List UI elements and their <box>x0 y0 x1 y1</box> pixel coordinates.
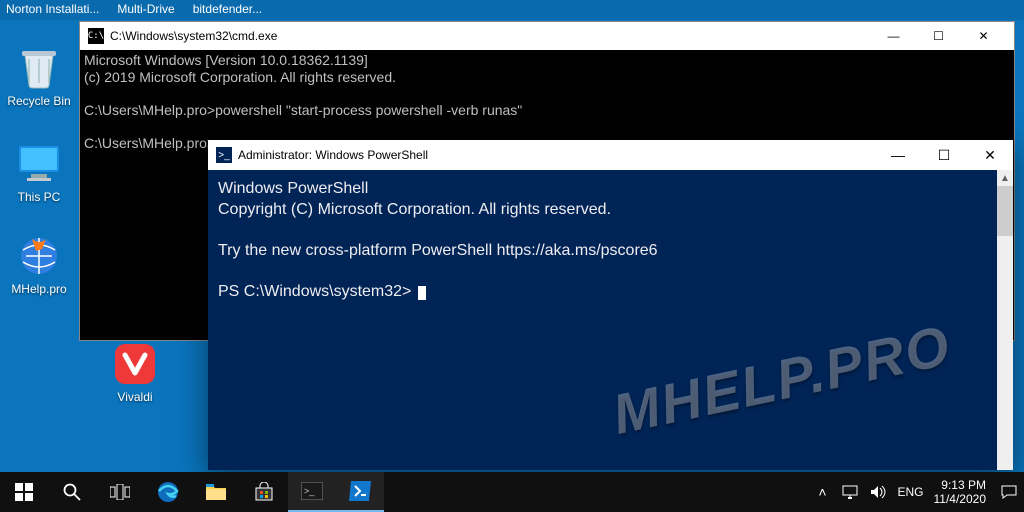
task-view-button[interactable] <box>96 472 144 512</box>
bookmark-bitdefender[interactable]: bitdefender... <box>193 2 262 18</box>
scrollbar[interactable]: ▲ <box>997 170 1013 470</box>
volume-icon[interactable] <box>869 485 887 499</box>
desktop-icon-this-pc[interactable]: This PC <box>4 140 74 204</box>
desktop-icon-label: Vivaldi <box>100 390 170 404</box>
folder-icon <box>205 483 227 501</box>
desktop-icon-recycle-bin[interactable]: Recycle Bin <box>4 44 74 108</box>
taskbar-powershell[interactable] <box>336 472 384 512</box>
powershell-icon <box>348 481 372 501</box>
taskbar-explorer[interactable] <box>192 472 240 512</box>
cmd-line: (c) 2019 Microsoft Corporation. All righ… <box>84 69 396 85</box>
tray-date: 11/4/2020 <box>934 492 987 506</box>
taskbar-store[interactable] <box>240 472 288 512</box>
ps-body[interactable]: Windows PowerShell Copyright (C) Microso… <box>208 170 1013 470</box>
cursor <box>418 286 426 300</box>
cmd-prompt: C:\Users\MHelp.pro> <box>84 135 215 151</box>
scroll-up-icon[interactable]: ▲ <box>997 170 1013 186</box>
clock[interactable]: 9:13 PM 11/4/2020 <box>934 478 991 506</box>
cmd-titlebar[interactable]: C:\ C:\Windows\system32\cmd.exe ― ☐ ✕ <box>80 22 1014 50</box>
search-icon <box>63 483 81 501</box>
maximize-button[interactable]: ☐ <box>916 22 961 50</box>
cmd-title-text: C:\Windows\system32\cmd.exe <box>110 29 871 43</box>
minimize-button[interactable]: ― <box>871 22 916 50</box>
task-view-icon <box>110 484 130 500</box>
recycle-bin-icon <box>15 44 63 92</box>
bookmark-multidrive[interactable]: Multi-Drive <box>117 2 174 18</box>
desktop-icon-label: This PC <box>4 190 74 204</box>
cmd-body[interactable]: Microsoft Windows [Version 10.0.18362.11… <box>80 50 1014 154</box>
ps-title-text: Administrator: Windows PowerShell <box>238 148 875 162</box>
taskbar-cmd[interactable]: >_ <box>288 472 336 512</box>
desktop: Norton Installati... Multi-Drive bitdefe… <box>0 0 1024 512</box>
close-button[interactable]: ✕ <box>967 140 1013 170</box>
desktop-icon-mhelp[interactable]: MHelp.pro <box>4 232 74 296</box>
monitor-icon <box>15 140 63 188</box>
bookmark-norton[interactable]: Norton Installati... <box>6 2 99 18</box>
edge-icon <box>156 480 180 504</box>
cmd-line: C:\Users\MHelp.pro>powershell "start-pro… <box>84 102 522 118</box>
window-powershell[interactable]: >_ Administrator: Windows PowerShell ― ☐… <box>208 140 1013 470</box>
desktop-icon-label: MHelp.pro <box>4 282 74 296</box>
taskbar: >_ ˄ ENG 9:13 PM 11/4/2020 <box>0 472 1024 512</box>
desktop-icon-label: Recycle Bin <box>4 94 74 108</box>
language-indicator[interactable]: ENG <box>897 485 923 499</box>
network-icon[interactable] <box>841 485 859 499</box>
powershell-icon: >_ <box>216 147 232 163</box>
taskbar-edge[interactable] <box>144 472 192 512</box>
tray-time: 9:13 PM <box>934 478 987 492</box>
ps-line: Copyright (C) Microsoft Corporation. All… <box>218 201 611 218</box>
cmd-line: Microsoft Windows [Version 10.0.18362.11… <box>84 52 368 68</box>
close-button[interactable]: ✕ <box>961 22 1006 50</box>
scroll-thumb[interactable] <box>997 186 1013 236</box>
system-tray: ˄ ENG 9:13 PM 11/4/2020 <box>807 472 1024 512</box>
globe-icon <box>15 232 63 280</box>
cmd-icon: C:\ <box>88 28 104 44</box>
desktop-icon-vivaldi[interactable]: Vivaldi <box>100 340 170 404</box>
ps-line: Windows PowerShell <box>218 180 368 197</box>
ps-line: Try the new cross-platform PowerShell ht… <box>218 242 658 259</box>
ps-prompt: PS C:\Windows\system32> <box>218 283 416 300</box>
cmd-icon: >_ <box>301 482 323 500</box>
action-center-icon[interactable] <box>1000 485 1018 499</box>
start-button[interactable] <box>0 472 48 512</box>
search-button[interactable] <box>48 472 96 512</box>
maximize-button[interactable]: ☐ <box>921 140 967 170</box>
tray-overflow-icon[interactable]: ˄ <box>813 484 831 500</box>
svg-text:>_: >_ <box>304 486 315 496</box>
store-icon <box>254 482 274 502</box>
windows-logo-icon <box>15 483 33 501</box>
minimize-button[interactable]: ― <box>875 140 921 170</box>
vivaldi-icon <box>111 340 159 388</box>
browser-bookmarks-bar: Norton Installati... Multi-Drive bitdefe… <box>0 0 1024 20</box>
ps-titlebar[interactable]: >_ Administrator: Windows PowerShell ― ☐… <box>208 140 1013 170</box>
